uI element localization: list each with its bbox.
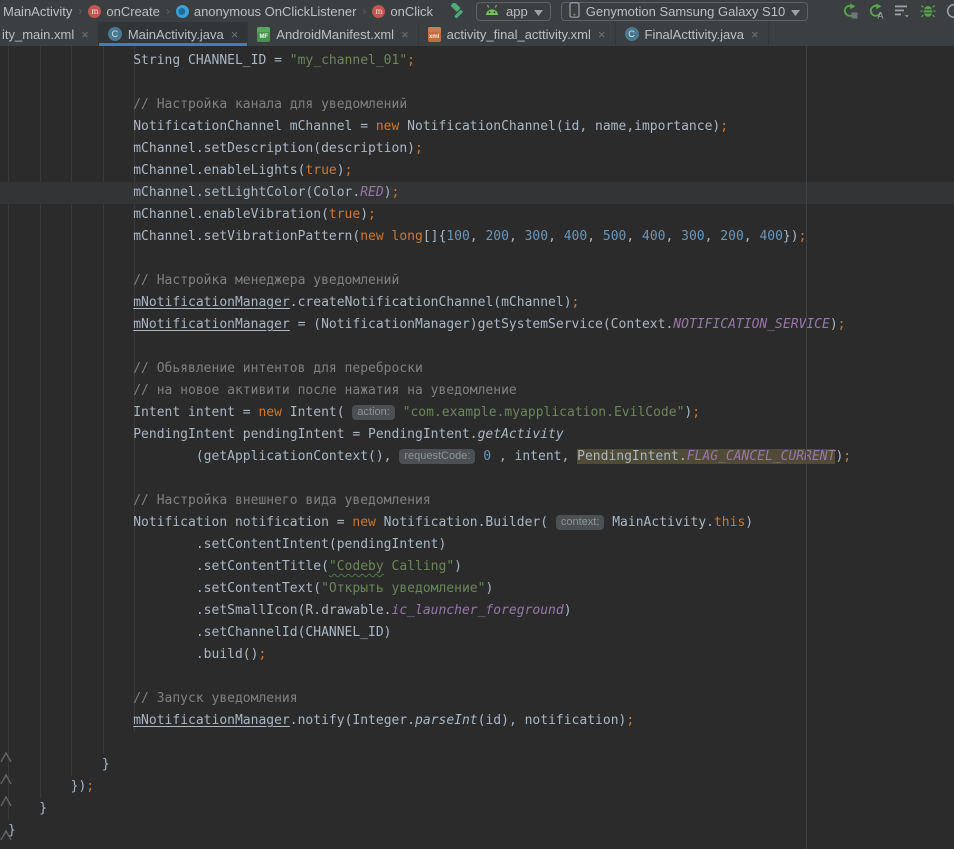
chevron-down-icon	[534, 4, 543, 19]
breadcrumb-separator: ›	[362, 4, 366, 18]
code-line[interactable]: Intent intent = new Intent( action: "com…	[0, 402, 954, 424]
tab-close-icon[interactable]: ×	[81, 27, 89, 42]
tab-finalacttivity-java[interactable]: C FinalActtivity.java ×	[616, 22, 769, 46]
breadcrumb-separator: ›	[78, 4, 82, 18]
code-line[interactable]: mNotificationManager.notify(Integer.pars…	[0, 710, 954, 732]
code-line[interactable]: Notification notification = new Notifica…	[0, 512, 954, 534]
code-line[interactable]	[0, 72, 954, 94]
device-select[interactable]: Genymotion Samsung Galaxy S10	[561, 2, 808, 21]
tab-close-icon[interactable]: ×	[401, 27, 409, 42]
android-icon	[484, 4, 500, 19]
device-label: Genymotion Samsung Galaxy S10	[586, 4, 785, 19]
code-line[interactable]: .setContentTitle("Codeby Calling")	[0, 556, 954, 578]
apply-code-changes-icon[interactable]: A	[868, 3, 884, 19]
code-line[interactable]: }	[0, 798, 954, 820]
profiler-icon[interactable]	[946, 3, 954, 19]
code-line[interactable]: .setContentText("Открыть уведомление")	[0, 578, 954, 600]
code-line[interactable]: .build();	[0, 644, 954, 666]
tab-activity-final-acttivity-xml[interactable]: xml activity_final_acttivity.xml ×	[419, 22, 616, 46]
code-line[interactable]: (getApplicationContext(), requestCode: 0…	[0, 446, 954, 468]
chevron-down-icon	[791, 4, 800, 19]
code-line[interactable]: }	[0, 754, 954, 776]
code-line[interactable]: // Настройка менеджера уведомлений	[0, 270, 954, 292]
tab-close-icon[interactable]: ×	[598, 27, 606, 42]
code-line[interactable]: mChannel.setVibrationPattern(new long[]{…	[0, 226, 954, 248]
breadcrumb: MainActivity › m onCreate › anonymous OnClick…	[3, 4, 433, 19]
code-line[interactable]: // на новое активити после нажатия на ув…	[0, 380, 954, 402]
breadcrumb-separator: ›	[166, 4, 170, 18]
code-line[interactable]: // Настройка внешнего вида уведомления	[0, 490, 954, 512]
apply-changes-restart-icon[interactable]	[842, 3, 858, 19]
navigation-bar: MainActivity › m onCreate › anonymous OnClick…	[0, 0, 954, 22]
breadcrumb-label: anonymous OnClickListener	[194, 4, 357, 19]
breadcrumb-label: onClick	[390, 4, 433, 19]
fold-marker-icon[interactable]	[0, 749, 12, 770]
build-hammer-icon[interactable]	[449, 3, 466, 20]
tab-androidmanifest-xml[interactable]: MF AndroidManifest.xml ×	[248, 22, 418, 46]
code-area[interactable]: String CHANNEL_ID = "my_channel_01"; // …	[0, 46, 954, 842]
layout-file-icon: xml	[428, 27, 441, 42]
code-line[interactable]: .setSmallIcon(R.drawable.ic_launcher_for…	[0, 600, 954, 622]
code-line-caret-row[interactable]: mChannel.setLightColor(Color.RED);	[0, 182, 954, 204]
debug-icon[interactable]	[920, 3, 936, 19]
svg-text:A: A	[878, 11, 884, 20]
tab-label: FinalActtivity.java	[645, 27, 744, 42]
code-line[interactable]	[0, 468, 954, 490]
code-line[interactable]	[0, 666, 954, 688]
code-line[interactable]: String CHANNEL_ID = "my_channel_01";	[0, 50, 954, 72]
tab-label: AndroidManifest.xml	[276, 27, 394, 42]
code-line[interactable]: // Обьявление интентов для переброски	[0, 358, 954, 380]
code-line[interactable]: .setChannelId(CHANNEL_ID)	[0, 622, 954, 644]
code-line[interactable]: PendingIntent pendingIntent = PendingInt…	[0, 424, 954, 446]
fold-marker-icon[interactable]	[0, 827, 12, 848]
breadcrumb-item-oncreate[interactable]: m onCreate	[88, 4, 159, 19]
attach-debugger-icon[interactable]	[894, 3, 910, 19]
code-line[interactable]: });	[0, 776, 954, 798]
code-line[interactable]: mNotificationManager = (NotificationMana…	[0, 314, 954, 336]
method-icon: m	[88, 5, 101, 18]
code-line[interactable]	[0, 732, 954, 754]
breadcrumb-item-anonymous-onclicklistener[interactable]: anonymous OnClickListener	[176, 4, 357, 19]
fold-marker-icon[interactable]	[0, 793, 12, 814]
editor-tabs: ity_main.xml × C MainActivity.java × MF Androi…	[0, 22, 954, 46]
class-file-icon: C	[625, 27, 639, 41]
code-line[interactable]: .setContentIntent(pendingIntent)	[0, 534, 954, 556]
breadcrumb-item-mainactivity[interactable]: MainActivity	[3, 4, 72, 19]
tab-mainactivity-java[interactable]: C MainActivity.java ×	[99, 22, 248, 46]
phone-icon	[569, 2, 580, 21]
tab-label: MainActivity.java	[128, 27, 224, 42]
tab-label: activity_final_acttivity.xml	[447, 27, 591, 42]
run-configuration-label: app	[506, 4, 528, 19]
tab-label: ity_main.xml	[2, 27, 74, 42]
code-line[interactable]	[0, 248, 954, 270]
tab-ity-main-xml[interactable]: ity_main.xml ×	[0, 22, 99, 46]
code-line[interactable]: NotificationChannel mChannel = new Notif…	[0, 116, 954, 138]
code-line[interactable]: }	[0, 820, 954, 842]
code-editor[interactable]: String CHANNEL_ID = "my_channel_01"; // …	[0, 46, 954, 849]
method-icon: m	[372, 5, 385, 18]
code-line[interactable]: mChannel.enableLights(true);	[0, 160, 954, 182]
toolbar-actions: A	[832, 3, 954, 19]
breadcrumb-item-onclick[interactable]: m onClick	[372, 4, 433, 19]
code-line[interactable]: // Запуск уведомления	[0, 688, 954, 710]
tab-close-icon[interactable]: ×	[231, 27, 239, 42]
code-line[interactable]: mChannel.enableVibration(true);	[0, 204, 954, 226]
margin-guide	[806, 46, 807, 849]
class-file-icon: C	[108, 27, 122, 41]
anonymous-class-icon	[176, 5, 189, 18]
code-line[interactable]: mNotificationManager.createNotificationC…	[0, 292, 954, 314]
param-name-hint: action:	[352, 405, 394, 420]
param-name-hint: requestCode:	[399, 449, 475, 464]
code-line[interactable]	[0, 336, 954, 358]
code-line[interactable]: mChannel.setDescription(description);	[0, 138, 954, 160]
param-name-hint: context:	[556, 515, 605, 530]
code-line[interactable]: // Настройка канала для уведомлений	[0, 94, 954, 116]
breadcrumb-label: MainActivity	[3, 4, 72, 19]
breadcrumb-label: onCreate	[106, 4, 159, 19]
fold-marker-icon[interactable]	[0, 771, 12, 792]
run-configuration-select[interactable]: app	[476, 2, 551, 21]
manifest-file-icon: MF	[257, 27, 270, 42]
tab-close-icon[interactable]: ×	[751, 27, 759, 42]
